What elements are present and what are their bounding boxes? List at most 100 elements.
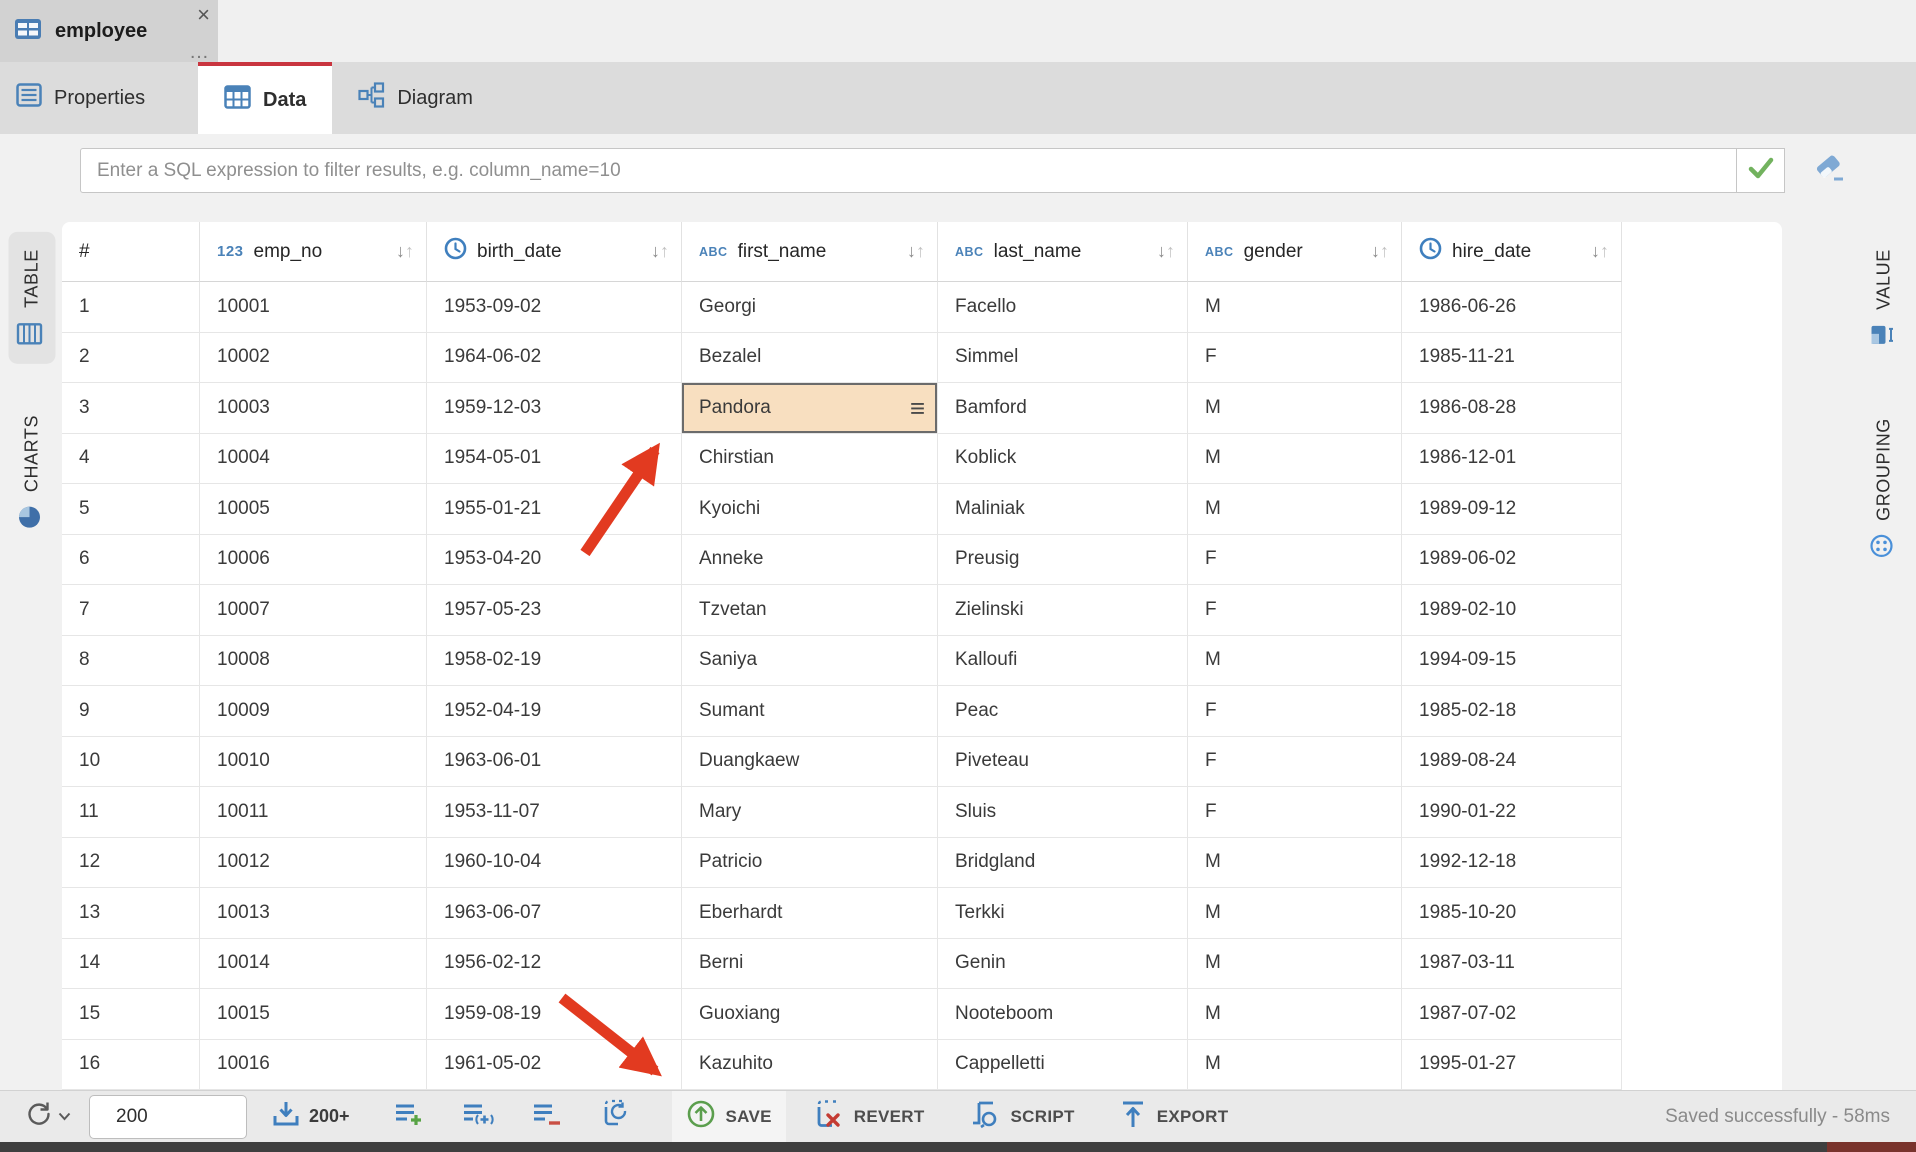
grid-cell[interactable]: 10010 [200,737,427,788]
grid-cell[interactable]: Bezalel [682,333,938,384]
duplicate-row-button[interactable] [456,1095,500,1139]
grid-cell[interactable]: 1990-01-22 [1402,787,1622,838]
grid-cell[interactable]: M [1188,1040,1402,1091]
row-number-cell[interactable]: 10 [62,737,200,788]
grid-cell[interactable]: 10012 [200,838,427,889]
grid-cell[interactable]: F [1188,787,1402,838]
grid-cell[interactable]: 1960-10-04 [427,838,682,889]
panel-tab-value[interactable]: VALUE [1860,232,1909,364]
grid-cell[interactable]: 10007 [200,585,427,636]
export-button[interactable]: EXPORT [1105,1091,1243,1143]
grid-cell[interactable]: Mary [682,787,938,838]
column-header-gender[interactable]: ABC gender ↓↑ [1188,222,1402,282]
grid-cell[interactable]: 1992-12-18 [1402,838,1622,889]
grid-cell[interactable]: M [1188,888,1402,939]
grid-cell[interactable]: Preusig [938,535,1188,586]
grid-cell[interactable]: Koblick [938,434,1188,485]
grid-cell[interactable]: M [1188,434,1402,485]
grid-cell[interactable]: M [1188,838,1402,889]
grid-cell[interactable]: 10014 [200,939,427,990]
grid-cell[interactable]: Maliniak [938,484,1188,535]
revert-button[interactable]: REVERT [800,1091,939,1143]
column-header-last-name[interactable]: ABC last_name ↓↑ [938,222,1188,282]
grid-cell[interactable]: Kazuhito [682,1040,938,1091]
presentation-tab-table[interactable]: TABLE [9,232,56,364]
grid-cell[interactable]: 10008 [200,636,427,687]
grid-cell[interactable]: Genin [938,939,1188,990]
grid-cell[interactable]: F [1188,686,1402,737]
grid-cell[interactable]: 1989-02-10 [1402,585,1622,636]
grid-cell[interactable]: 10015 [200,989,427,1040]
grid-cell[interactable]: F [1188,737,1402,788]
grid-cell[interactable]: Berni [682,939,938,990]
grid-cell[interactable]: 1995-01-27 [1402,1040,1622,1091]
row-number-cell[interactable]: 16 [62,1040,200,1091]
grid-cell[interactable]: 1989-06-02 [1402,535,1622,586]
grid-cell[interactable]: Cappelletti [938,1040,1188,1091]
row-number-cell[interactable]: 2 [62,333,200,384]
apply-filter-button[interactable] [1737,148,1785,193]
grid-cell[interactable]: Georgi [682,282,938,333]
row-number-cell[interactable]: 5 [62,484,200,535]
grid-cell[interactable]: M [1188,939,1402,990]
row-number-cell[interactable]: 15 [62,989,200,1040]
column-header-hire-date[interactable]: hire_date ↓↑ [1402,222,1622,282]
grid-cell[interactable]: Tzvetan [682,585,938,636]
row-number-cell[interactable]: 1 [62,282,200,333]
row-number-cell[interactable]: 7 [62,585,200,636]
grid-cell[interactable]: 10013 [200,888,427,939]
row-number-cell[interactable]: 11 [62,787,200,838]
grid-cell[interactable]: 1958-02-19 [427,636,682,687]
grid-cell[interactable]: Sumant [682,686,938,737]
grid-cell[interactable]: 10016 [200,1040,427,1091]
clear-filter-button[interactable] [1807,148,1851,193]
sort-icon[interactable]: ↓↑ [651,241,669,262]
grid-cell[interactable]: 1963-06-01 [427,737,682,788]
grid-cell[interactable]: 1985-11-21 [1402,333,1622,384]
grid-cell[interactable]: Nooteboom [938,989,1188,1040]
grid-cell[interactable]: F [1188,333,1402,384]
close-icon[interactable]: × [197,2,210,28]
grid-cell[interactable]: Terkki [938,888,1188,939]
grid-cell[interactable]: 10009 [200,686,427,737]
row-limit-input[interactable] [89,1095,247,1139]
grid-cell[interactable]: Eberhardt [682,888,938,939]
grid-cell[interactable]: 1953-09-02 [427,282,682,333]
grid-cell[interactable]: Patricio [682,838,938,889]
row-number-cell[interactable]: 9 [62,686,200,737]
grid-cell[interactable]: F [1188,585,1402,636]
grid-cell[interactable]: Bridgland [938,838,1188,889]
grid-cell[interactable]: Zielinski [938,585,1188,636]
grid-cell[interactable]: Chirstian [682,434,938,485]
grid-cell[interactable]: 1989-09-12 [1402,484,1622,535]
grid-cell[interactable]: 10002 [200,333,427,384]
more-options-icon[interactable]: … [189,42,210,62]
grid-cell[interactable]: Saniya [682,636,938,687]
grid-cell[interactable]: 1952-04-19 [427,686,682,737]
grid-cell[interactable]: 1959-12-03 [427,383,682,434]
grid-cell[interactable]: Duangkaew [682,737,938,788]
row-number-cell[interactable]: 4 [62,434,200,485]
presentation-tab-charts[interactable]: CHARTS [8,398,57,546]
grid-cell[interactable]: 10006 [200,535,427,586]
grid-cell[interactable]: Anneke [682,535,938,586]
grid-cell[interactable]: 10001 [200,282,427,333]
refresh-button[interactable] [18,1095,77,1139]
grid-cell[interactable]: Kalloufi [938,636,1188,687]
fetch-more-button[interactable]: 200+ [261,1099,360,1134]
panel-tab-grouping[interactable]: GROUPING [1860,401,1909,575]
grid-cell[interactable]: Pandora≡ [682,383,938,434]
sort-icon[interactable]: ↓↑ [1157,241,1175,262]
row-number-cell[interactable]: 12 [62,838,200,889]
grid-cell[interactable]: 1963-06-07 [427,888,682,939]
grid-cell[interactable]: 1985-10-20 [1402,888,1622,939]
delete-row-button[interactable] [526,1095,568,1139]
grid-cell[interactable]: M [1188,282,1402,333]
grid-cell[interactable]: 1986-06-26 [1402,282,1622,333]
grid-cell[interactable]: 1959-08-19 [427,989,682,1040]
sort-icon[interactable]: ↓↑ [396,241,414,262]
grid-cell[interactable]: Piveteau [938,737,1188,788]
grid-cell[interactable]: 1964-06-02 [427,333,682,384]
sort-icon[interactable]: ↓↑ [907,241,925,262]
grid-cell[interactable]: 1986-08-28 [1402,383,1622,434]
